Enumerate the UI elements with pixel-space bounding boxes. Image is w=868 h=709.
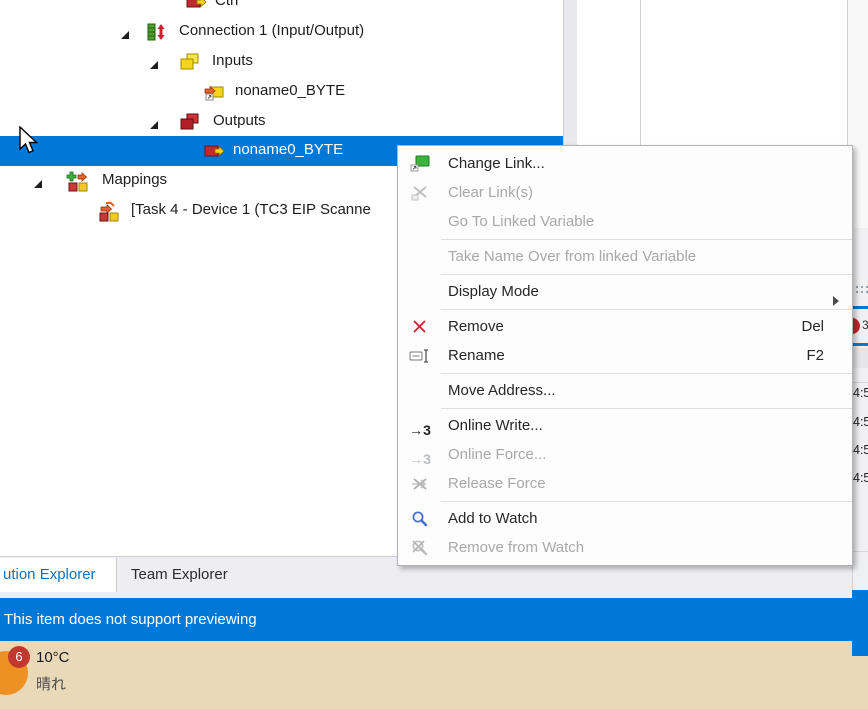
tree-item-ctrl[interactable]: Ctrl	[0, 0, 563, 17]
menu-shortcut: F2	[806, 341, 824, 370]
status-bar: This item does not support previewing	[0, 598, 868, 641]
menu-item-rename[interactable]: Rename F2	[398, 341, 852, 370]
menu-separator	[441, 274, 852, 275]
timestamp-fragment: 4:5	[853, 386, 868, 400]
footer-block	[853, 556, 868, 590]
menu-item-online-write[interactable]: →3 Online Write...	[398, 411, 852, 440]
weather-badge: 6	[8, 646, 30, 668]
accent-line	[853, 343, 868, 346]
right-window-edge	[852, 590, 868, 656]
menu-item-release-force[interactable]: Release Force	[398, 469, 852, 498]
menu-item-move-address[interactable]: Move Address...	[398, 376, 852, 405]
grip-dots-icon	[856, 286, 868, 294]
error-badge-count: 3	[862, 318, 868, 332]
clear-link-icon	[408, 183, 432, 203]
tree-item-label[interactable]: [Task 4 - Device 1 (TC3 EIP Scanne	[131, 201, 371, 218]
tree-item-label[interactable]: Mappings	[102, 171, 167, 188]
tree-item-label[interactable]: noname0_BYTE	[233, 141, 343, 158]
row-separator	[853, 382, 868, 383]
menu-item-remove-from-watch[interactable]: Remove from Watch	[398, 533, 852, 562]
input-variable-linked-icon	[204, 82, 226, 102]
menu-separator	[441, 408, 852, 409]
tree-item-label[interactable]: Ctrl	[215, 0, 238, 9]
connection-icon	[147, 22, 169, 42]
tree-item-label[interactable]: noname0_BYTE	[235, 82, 345, 99]
menu-separator	[441, 309, 852, 310]
add-to-watch-icon	[408, 509, 432, 529]
online-write-icon: →3	[408, 416, 432, 436]
menu-item-display-mode[interactable]: Display Mode	[398, 277, 852, 306]
menu-separator	[441, 373, 852, 374]
menu-shortcut: Del	[801, 312, 824, 341]
menu-item-change-link[interactable]: Change Link...	[398, 149, 852, 178]
release-force-icon	[408, 474, 432, 494]
tree-item-label[interactable]: Connection 1 (Input/Output)	[179, 22, 364, 39]
menu-item-take-name-over[interactable]: Take Name Over from linked Variable	[398, 242, 852, 271]
tree-item-outputs[interactable]: Outputs	[0, 107, 563, 137]
right-edge-toolwindow: 3 4:5 4:5 4:5 4:5	[852, 228, 868, 592]
row-separator	[853, 551, 868, 552]
mappings-icon	[66, 171, 88, 191]
expand-arrow-icon[interactable]	[149, 57, 159, 67]
rename-icon	[408, 346, 432, 366]
tree-item-inputs[interactable]: Inputs	[0, 47, 563, 77]
accent-line	[853, 306, 868, 309]
taskbar: 6 10°C 晴れ	[0, 641, 868, 709]
tree-item-label[interactable]: Inputs	[212, 52, 253, 69]
menu-item-remove[interactable]: Remove Del	[398, 312, 852, 341]
output-variable-icon	[186, 0, 208, 12]
expand-arrow-icon[interactable]	[149, 117, 159, 127]
twincat-screen: Ctrl Connection 1 (Input/Output) Inputs	[0, 0, 868, 709]
menu-item-go-to-linked-variable[interactable]: Go To Linked Variable	[398, 207, 852, 236]
menu-separator	[441, 501, 852, 502]
change-link-icon	[408, 154, 432, 174]
online-force-icon: →3	[408, 445, 432, 465]
weather-temperature[interactable]: 10°C	[36, 649, 70, 666]
inputs-folder-icon	[179, 52, 201, 72]
mapping-task-icon	[97, 201, 119, 221]
tree-item-label[interactable]: Outputs	[213, 112, 266, 129]
menu-item-clear-links[interactable]: Clear Link(s)	[398, 178, 852, 207]
timestamp-fragment: 4:5	[853, 471, 868, 485]
remove-from-watch-icon	[408, 538, 432, 558]
mouse-cursor-icon	[16, 126, 42, 161]
header-block	[853, 348, 868, 368]
error-badge-icon	[852, 318, 860, 334]
menu-item-add-to-watch[interactable]: Add to Watch	[398, 504, 852, 533]
timestamp-fragment: 4:5	[853, 415, 868, 429]
expand-arrow-icon[interactable]	[120, 27, 130, 37]
weather-condition[interactable]: 晴れ	[36, 673, 66, 694]
status-text: This item does not support previewing	[4, 611, 257, 628]
output-variable-icon	[204, 141, 226, 161]
menu-item-online-force[interactable]: →3 Online Force...	[398, 440, 852, 469]
outputs-folder-icon	[179, 112, 201, 132]
tab-solution-explorer[interactable]: ution Explorer	[0, 558, 117, 592]
menu-separator	[441, 239, 852, 240]
tree-item-connection[interactable]: Connection 1 (Input/Output)	[0, 17, 563, 47]
remove-icon	[408, 317, 432, 337]
context-menu: Change Link... Clear Link(s) Go To Linke…	[397, 145, 853, 566]
tree-item-noname-input[interactable]: noname0_BYTE	[0, 77, 563, 107]
expand-arrow-icon[interactable]	[33, 176, 43, 186]
timestamp-fragment: 4:5	[853, 443, 868, 457]
tab-team-explorer[interactable]: Team Explorer	[131, 558, 228, 592]
